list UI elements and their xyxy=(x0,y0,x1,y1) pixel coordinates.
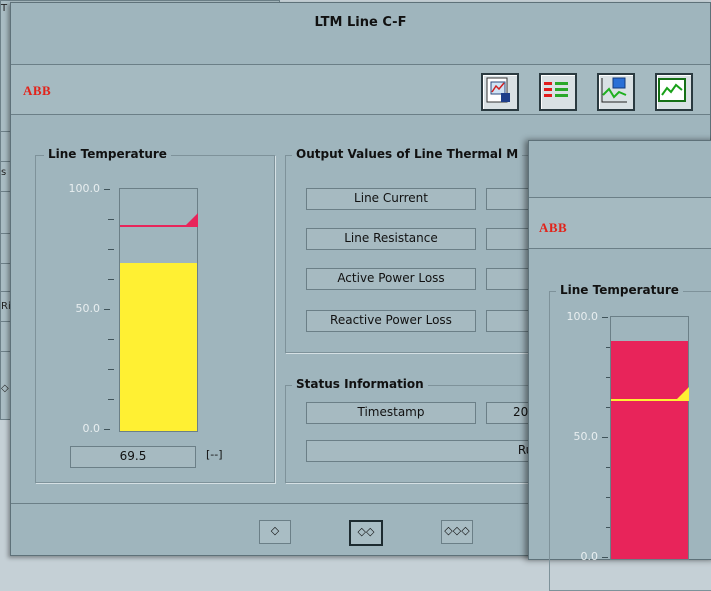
reactive-power-loss-label: Reactive Power Loss xyxy=(306,310,476,332)
limit-marker-icon xyxy=(675,387,689,401)
tick-label: 50.0 xyxy=(573,430,599,443)
trend-3d-icon xyxy=(601,77,627,103)
timestamp-label: Timestamp xyxy=(306,402,476,424)
list-view-button[interactable] xyxy=(539,73,577,111)
trend-icon xyxy=(658,78,686,102)
temperature-bar-gauge xyxy=(119,188,198,432)
abb-logo: ABB xyxy=(23,83,52,98)
temperature-fill xyxy=(120,263,197,431)
line-resistance-label: Line Resistance xyxy=(306,228,476,250)
line-current-label: Line Current xyxy=(306,188,476,210)
list-icon xyxy=(544,82,568,97)
status-information-title: Status Information xyxy=(292,377,428,391)
line-temperature-title: Line Temperature xyxy=(44,147,171,161)
nav-level-2-button[interactable]: ◇◇ xyxy=(349,520,383,546)
second-ltm-window: ABB Line Temperature 100.0 50.0 0.0 xyxy=(528,140,711,591)
trend-3d-button[interactable] xyxy=(597,73,635,111)
nav-level-1-button[interactable]: ◇ xyxy=(259,520,291,544)
active-power-loss-label: Active Power Loss xyxy=(306,268,476,290)
tick-label: 0.0 xyxy=(82,422,101,435)
report-button[interactable] xyxy=(481,73,519,111)
second-line-temperature-title: Line Temperature xyxy=(556,283,683,297)
second-line-temperature-group: Line Temperature 100.0 50.0 0.0 xyxy=(549,283,711,591)
tick-label: 100.0 xyxy=(68,182,101,195)
line-temperature-group: Line Temperature 100.0 50.0 0.0 69.5 [--… xyxy=(35,147,275,483)
background-edge-char: ◇ xyxy=(1,383,9,394)
report-icon xyxy=(486,77,510,103)
temperature-value: 69.5 xyxy=(70,446,196,468)
header-bar: ABB xyxy=(11,65,710,115)
tick-label: 100.0 xyxy=(566,310,599,323)
output-values-title: Output Values of Line Thermal M xyxy=(292,147,523,161)
temperature-unit: [--] xyxy=(206,448,223,461)
second-temperature-fill xyxy=(611,341,688,559)
second-abb-logo: ABB xyxy=(539,220,568,235)
window-title: LTM Line C-F xyxy=(314,15,407,30)
trend-button[interactable] xyxy=(655,73,693,111)
title-bar: LTM Line C-F xyxy=(11,3,710,65)
nav-level-3-button[interactable]: ◇◇◇ xyxy=(441,520,473,544)
tick-label: 50.0 xyxy=(75,302,101,315)
second-temperature-bar-gauge xyxy=(610,316,689,560)
background-edge-char: T xyxy=(1,3,8,14)
background-edge-char: s xyxy=(1,167,7,178)
tick-label: 0.0 xyxy=(580,550,599,563)
second-header-bar: ABB xyxy=(529,197,711,249)
limit-marker-icon xyxy=(184,213,198,227)
